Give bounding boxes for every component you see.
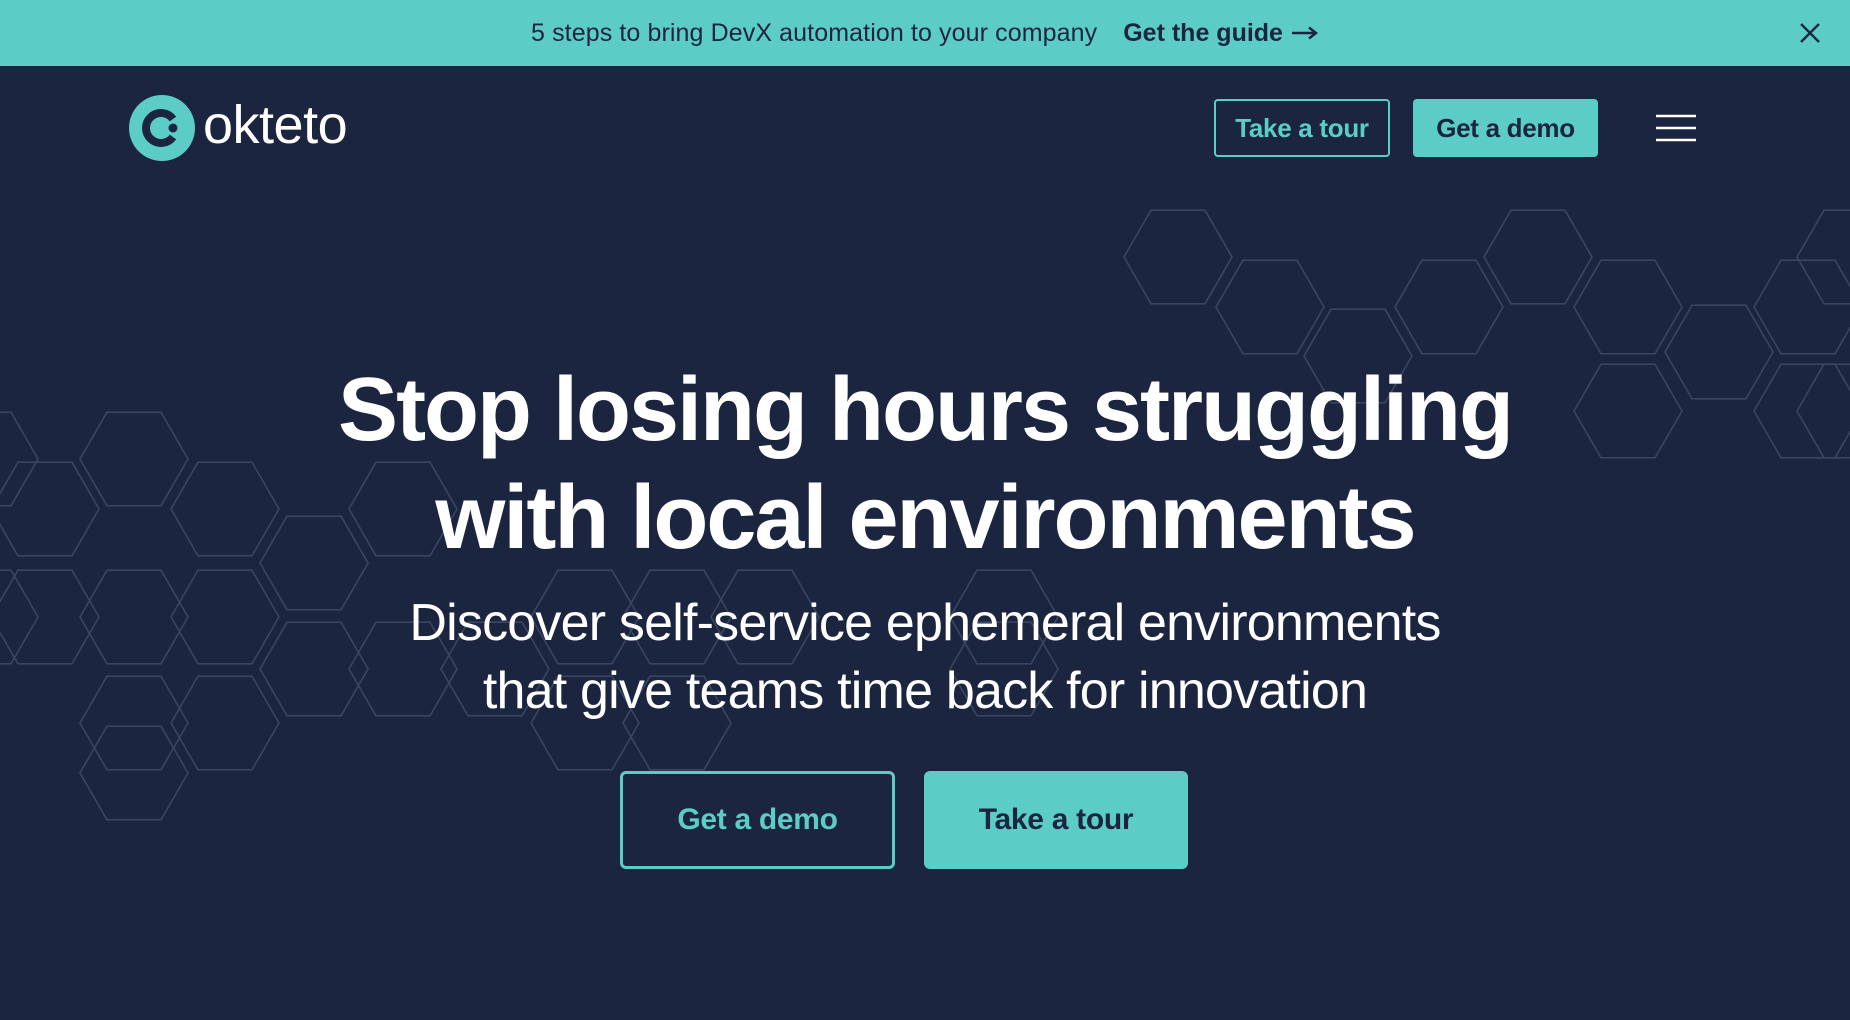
okteto-logo-icon bbox=[129, 95, 195, 161]
decorative-hexagon bbox=[1215, 259, 1325, 355]
logo-wordmark: okteto bbox=[203, 95, 348, 155]
banner-text: 5 steps to bring DevX automation to your… bbox=[531, 18, 1098, 47]
decorative-hexagon bbox=[1123, 209, 1233, 305]
decorative-hexagon bbox=[1753, 259, 1850, 355]
header-get-a-demo-button[interactable]: Get a demo bbox=[1413, 99, 1598, 157]
hero-take-a-tour-button[interactable]: Take a tour bbox=[924, 771, 1188, 869]
hero-subtitle-line-2: that give teams time back for innovation bbox=[482, 662, 1368, 720]
header-take-a-tour-button[interactable]: Take a tour bbox=[1214, 99, 1390, 157]
announcement-banner: 5 steps to bring DevX automation to your… bbox=[0, 0, 1850, 66]
banner-content: 5 steps to bring DevX automation to your… bbox=[0, 0, 1850, 66]
site-header: okteto Take a tour Get a demo bbox=[0, 66, 1850, 190]
decorative-hexagon bbox=[79, 725, 189, 821]
arrow-right-icon bbox=[1291, 26, 1318, 40]
decorative-hexagon bbox=[1796, 209, 1850, 305]
decorative-hexagon bbox=[1483, 209, 1593, 305]
hero-title-line-2: with local environments bbox=[435, 468, 1416, 568]
decorative-hexagon bbox=[1573, 259, 1683, 355]
okteto-logo[interactable]: okteto bbox=[129, 95, 348, 161]
banner-link-label: Get the guide bbox=[1123, 18, 1283, 47]
decorative-hexagon bbox=[1394, 259, 1504, 355]
hero-get-a-demo-button[interactable]: Get a demo bbox=[620, 771, 895, 869]
hamburger-menu-icon[interactable] bbox=[1655, 112, 1697, 144]
hero-subtitle: Discover self-service ephemeral environm… bbox=[0, 589, 1850, 725]
hero-title-line-1: Stop losing hours struggling bbox=[338, 360, 1514, 460]
close-icon[interactable] bbox=[1794, 17, 1826, 49]
hero-subtitle-line-1: Discover self-service ephemeral environm… bbox=[409, 594, 1441, 652]
get-the-guide-link[interactable]: Get the guide bbox=[1123, 19, 1319, 48]
hero-title: Stop losing hours struggling with local … bbox=[0, 356, 1850, 572]
